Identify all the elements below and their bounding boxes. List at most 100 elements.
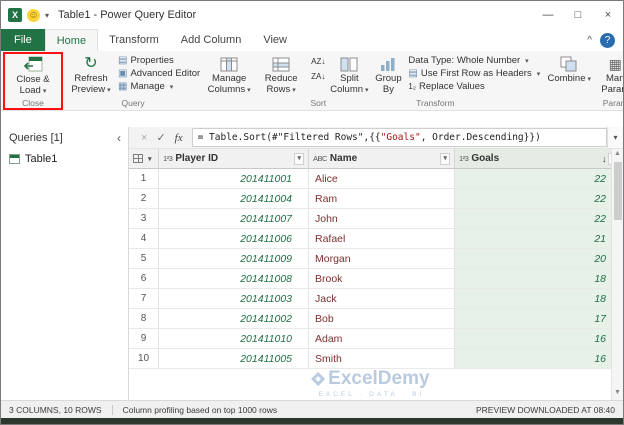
sort-descending-button[interactable]: ZA↓: [310, 71, 326, 83]
dropdown-caret-icon: ▾: [42, 87, 47, 95]
dropdown-caret-icon: ▾: [536, 70, 541, 78]
reduce-rows-icon: [272, 54, 290, 74]
excel-app-icon: X: [8, 8, 22, 22]
row-number: 8: [129, 309, 159, 329]
sorted-descending-icon: ↓: [601, 153, 607, 164]
split-column-button[interactable]: Split Column ▾: [330, 53, 369, 96]
tab-add-column[interactable]: Add Column: [170, 29, 253, 51]
status-profiling[interactable]: Column profiling based on top 1000 rows: [123, 405, 278, 415]
manage-columns-button[interactable]: Manage Columns ▾: [204, 53, 254, 96]
vertical-scrollbar[interactable]: ▲ ▼: [611, 149, 623, 400]
table-glyph-icon: [133, 154, 143, 163]
manage-parameters-button[interactable]: ▦ Man Param: [598, 53, 623, 95]
scroll-down-icon[interactable]: ▼: [614, 388, 621, 400]
cell-player-id: 201411002: [159, 309, 309, 329]
scrollbar-thumb[interactable]: [613, 162, 622, 220]
dropdown-caret-icon: ▾: [292, 86, 296, 94]
column-header-player-id[interactable]: 1²3 Player ID ▾: [159, 149, 309, 169]
select-all-corner[interactable]: ▾: [129, 149, 159, 169]
cell-name: Alice: [309, 169, 455, 189]
use-first-row-as-headers-button[interactable]: ▤ Use First Row as Headers ▾: [408, 68, 540, 79]
dropdown-caret-icon: ▾: [525, 57, 529, 65]
column-header-goals[interactable]: 1²3 Goals ↓ ▾: [455, 149, 623, 169]
cell-name: Ram: [309, 189, 455, 209]
fx-icon[interactable]: fx: [175, 132, 183, 144]
tab-file[interactable]: File: [1, 29, 45, 51]
collapse-pane-icon[interactable]: ‹: [117, 131, 121, 145]
formula-commit-icon[interactable]: ✓: [156, 131, 165, 144]
reduce-rows-button[interactable]: Reduce Rows ▾: [256, 53, 306, 96]
maximize-button[interactable]: □: [563, 1, 593, 29]
exceldemy-watermark: ExcelDemy EXCEL · DATA · BI: [311, 368, 430, 398]
manage-parameters-icon: ▦: [608, 56, 622, 72]
cell-name: Smith: [309, 349, 455, 369]
refresh-icon: ↻: [84, 55, 98, 72]
filter-dropdown-icon[interactable]: ▾: [294, 152, 304, 165]
table-row: 3 201411007 John 22: [129, 209, 623, 229]
combine-button[interactable]: Combine ▾: [544, 53, 594, 86]
queries-panel-title: Queries [1]: [9, 132, 63, 144]
query-item-table1[interactable]: Table1: [1, 151, 128, 167]
formula-cancel-icon[interactable]: ×: [141, 132, 147, 144]
close-group: Close & Load ▾ Close: [8, 54, 58, 110]
exceldemy-logo-icon: [311, 371, 326, 387]
collapse-ribbon-icon[interactable]: ^: [587, 35, 592, 46]
ribbon-content-gap: [1, 111, 623, 127]
smiley-feedback-icon[interactable]: ☺: [27, 8, 40, 22]
cell-goals: 20: [455, 249, 623, 269]
close-and-load-button[interactable]: Close & Load ▾: [8, 54, 58, 97]
split-column-icon: [340, 54, 358, 74]
tab-home[interactable]: Home: [44, 29, 99, 51]
power-query-window: X ☺ ▾ Table1 - Power Query Editor — □ × …: [0, 0, 624, 425]
data-type-button[interactable]: Data Type: Whole Number ▾: [408, 55, 540, 66]
cell-player-id: 201411006: [159, 229, 309, 249]
close-group-label: Close: [22, 98, 44, 108]
tab-view[interactable]: View: [252, 29, 298, 51]
parameters-group: ▦ Man Param Param: [596, 52, 623, 110]
cell-player-id: 201411010: [159, 329, 309, 349]
advanced-editor-button[interactable]: ▣ Advanced Editor: [118, 68, 200, 79]
window-bottom-edge: [1, 418, 623, 424]
row-number: 3: [129, 209, 159, 229]
minimize-button[interactable]: —: [533, 1, 563, 29]
close-button[interactable]: ×: [593, 1, 623, 29]
manage-button[interactable]: ▦ Manage ▾: [118, 81, 200, 92]
formula-string-literal: "Goals": [380, 132, 421, 143]
group-by-icon: [380, 54, 396, 74]
group-by-button[interactable]: Group By: [370, 53, 406, 95]
whole-number-type-icon: 1²3: [163, 154, 173, 163]
ribbon-home: Close & Load ▾ Close ↻ Refresh Preview ▾ ▤: [1, 51, 623, 111]
row-number: 1: [129, 169, 159, 189]
combine-icon: [560, 54, 578, 74]
filter-dropdown-icon[interactable]: ▾: [440, 152, 450, 165]
help-button[interactable]: ?: [600, 32, 615, 48]
whole-number-type-icon: 1²3: [459, 154, 469, 163]
formula-bar: × ✓ fx = Table.Sort(#"Filtered Rows",{{"…: [129, 127, 623, 149]
cell-name: Jack: [309, 289, 455, 309]
cell-goals: 16: [455, 349, 623, 369]
table-row: 6 201411008 Brook 18: [129, 269, 623, 289]
refresh-preview-button[interactable]: ↻ Refresh Preview ▾: [66, 53, 116, 96]
scroll-up-icon[interactable]: ▲: [614, 149, 621, 161]
quick-access-caret-icon[interactable]: ▾: [45, 11, 49, 20]
properties-button[interactable]: ▤ Properties: [118, 55, 200, 66]
cell-goals: 18: [455, 269, 623, 289]
column-header-name[interactable]: ABC Name ▾: [309, 149, 455, 169]
formula-input[interactable]: = Table.Sort(#"Filtered Rows",{{"Goals",…: [191, 128, 607, 147]
table-row: 2 201411004 Ram 22: [129, 189, 623, 209]
table-row: 9 201411010 Adam 16: [129, 329, 623, 349]
table-row: 8 201411002 Bob 17: [129, 309, 623, 329]
dropdown-caret-icon: ▾: [247, 86, 251, 94]
expand-formula-bar-icon[interactable]: ▾: [607, 127, 623, 148]
status-preview-downloaded: PREVIEW DOWNLOADED AT 08:40: [475, 404, 615, 415]
grid-header-row: ▾ 1²3 Player ID ▾ ABC Name ▾ 1²3 Goals ↓: [129, 149, 623, 169]
table-row: 4 201411006 Rafael 21: [129, 229, 623, 249]
cell-player-id: 201411008: [159, 269, 309, 289]
sort-group-label: Sort: [310, 98, 327, 108]
tab-transform[interactable]: Transform: [98, 29, 170, 51]
window-title: Table1 - Power Query Editor: [58, 9, 197, 21]
sort-ascending-button[interactable]: AZ↓: [310, 56, 326, 68]
replace-values-button[interactable]: 1₂ Replace Values: [408, 81, 540, 92]
table-row: 7 201411003 Jack 18: [129, 289, 623, 309]
dropdown-caret-icon: ▾: [107, 86, 111, 94]
